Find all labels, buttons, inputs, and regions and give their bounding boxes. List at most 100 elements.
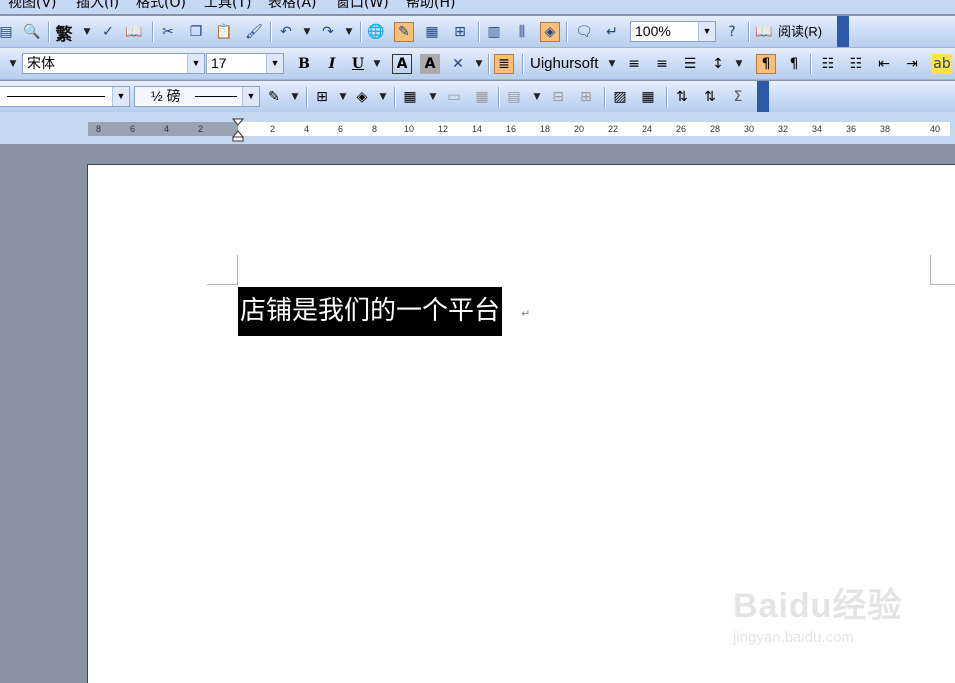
chevron-down-icon[interactable]: ▼ xyxy=(8,54,18,74)
bold-button[interactable]: B xyxy=(294,54,314,74)
insert-table-icon[interactable]: ▦ xyxy=(400,87,420,107)
chevron-down-icon[interactable]: ▼ xyxy=(290,87,300,107)
toolbar-separator xyxy=(306,87,307,107)
align-right-icon[interactable]: ≡ xyxy=(652,54,672,74)
character-shading-button[interactable]: A xyxy=(420,54,440,74)
zoom-select[interactable]: 100% ▼ xyxy=(630,21,716,42)
menu-tools[interactable]: 工具(T) xyxy=(204,0,251,12)
indent-marker-icon[interactable] xyxy=(230,118,246,142)
ruler-label: 22 xyxy=(608,124,619,134)
sort-descending-icon[interactable]: ⇅ xyxy=(700,87,720,107)
highlight-icon[interactable]: ab xyxy=(932,54,952,74)
document-map-icon[interactable]: ◈ xyxy=(540,22,560,42)
borders-icon[interactable]: ⊞ xyxy=(312,87,332,107)
line-style-select[interactable]: ▼ xyxy=(0,86,130,107)
menu-insert[interactable]: 插入(I) xyxy=(76,0,119,12)
font-size-select[interactable]: 17 ▼ xyxy=(206,53,284,74)
hyperlink-icon[interactable]: 🌐 xyxy=(366,22,386,42)
merge-cells-icon[interactable]: ▭ xyxy=(444,87,464,107)
chevron-down-icon[interactable]: ▼ xyxy=(338,87,348,107)
horizontal-ruler[interactable]: 8 6 4 2 2 4 6 8 10 12 14 16 18 20 22 24 … xyxy=(0,112,955,144)
split-cells-icon[interactable]: ▦ xyxy=(472,87,492,107)
distributed-icon[interactable]: ☰ xyxy=(680,54,700,74)
tables-borders-icon[interactable]: ✎ xyxy=(394,22,414,42)
zoom-value: 100% xyxy=(635,23,671,39)
ruler-label: 4 xyxy=(304,124,310,134)
line-spacing-icon[interactable]: ↕ xyxy=(708,54,728,74)
chevron-down-icon[interactable]: ▼ xyxy=(428,87,438,107)
ruler-label: 4 xyxy=(164,124,170,134)
distribute-rows-icon[interactable]: ⊟ xyxy=(548,87,568,107)
menu-view[interactable]: 视图(V) xyxy=(8,0,57,12)
spelling-icon[interactable]: ✓ xyxy=(98,22,118,42)
chevron-down-icon[interactable]: ▼ xyxy=(242,87,259,106)
toolbar-options-grip[interactable] xyxy=(757,81,769,112)
research-icon[interactable]: 📖 xyxy=(124,22,144,42)
uighur-font-button[interactable]: Uighursoft xyxy=(530,54,598,74)
justify-button[interactable]: ≣ xyxy=(494,54,514,74)
asian-layout-icon[interactable]: ✕ xyxy=(448,54,468,74)
chevron-down-icon[interactable]: ▼ xyxy=(82,22,92,42)
rtl-direction-icon[interactable]: ¶ xyxy=(784,54,804,74)
font-name-select[interactable]: 宋体 ▼ xyxy=(22,53,205,74)
table-autoformat-icon[interactable]: ▨ xyxy=(610,87,630,107)
menu-help[interactable]: 帮助(H) xyxy=(406,0,455,12)
underline-button[interactable]: U xyxy=(348,54,368,74)
paragraph-mark-icon[interactable]: ↵ xyxy=(602,22,622,42)
character-border-button[interactable]: A xyxy=(392,54,412,74)
chevron-down-icon[interactable]: ▼ xyxy=(112,87,129,106)
ruler-label: 30 xyxy=(744,124,755,134)
columns-icon[interactable]: ▥ xyxy=(484,22,504,42)
sort-ascending-icon[interactable]: ⇅ xyxy=(672,87,692,107)
paste-icon[interactable]: 📋 xyxy=(214,22,234,42)
read-button[interactable]: 阅读(R) xyxy=(778,22,822,42)
align-center-icon[interactable]: ≡ xyxy=(624,54,644,74)
shading-color-icon[interactable]: ◈ xyxy=(352,87,372,107)
distribute-columns-icon[interactable]: ⊞ xyxy=(576,87,596,107)
line-weight-select[interactable]: ½ 磅 ▼ xyxy=(134,86,260,107)
menu-format[interactable]: 格式(O) xyxy=(136,0,186,12)
chevron-down-icon[interactable]: ▼ xyxy=(266,54,283,73)
drawing-icon[interactable]: ⫼ xyxy=(512,22,532,42)
ltr-direction-icon[interactable]: ¶ xyxy=(756,54,776,74)
increase-indent-icon[interactable]: ⇥ xyxy=(902,54,922,74)
ruler-label: 32 xyxy=(778,124,789,134)
autosum-button[interactable]: Σ xyxy=(728,87,748,107)
chevron-down-icon[interactable]: ▼ xyxy=(607,54,617,74)
toolbar-separator xyxy=(152,22,153,42)
menu-table[interactable]: 表格(A) xyxy=(268,0,317,12)
bullets-icon[interactable]: ☷ xyxy=(846,54,866,74)
decrease-indent-icon[interactable]: ⇤ xyxy=(874,54,894,74)
traditional-chinese-button[interactable]: 繁 xyxy=(54,22,74,45)
insert-table-icon[interactable]: ▦ xyxy=(422,22,442,42)
reading-layout-icon[interactable]: 📖 xyxy=(754,22,774,42)
insert-excel-icon[interactable]: ⊞ xyxy=(450,22,470,42)
print-icon[interactable]: ▤ xyxy=(0,22,16,42)
align-cell-icon[interactable]: ▤ xyxy=(504,87,524,107)
show-hide-icon[interactable]: 🗨 xyxy=(574,22,594,42)
chevron-down-icon[interactable]: ▼ xyxy=(474,54,484,74)
toolbar-options-grip[interactable] xyxy=(837,16,849,47)
format-painter-icon[interactable]: 🖌 xyxy=(244,22,264,42)
menu-window[interactable]: 窗口(W) xyxy=(336,0,389,12)
italic-button[interactable]: I xyxy=(322,54,342,74)
chevron-down-icon[interactable]: ▼ xyxy=(698,22,715,41)
cut-icon[interactable]: ✂ xyxy=(158,22,178,42)
chevron-down-icon[interactable]: ▼ xyxy=(372,54,382,74)
chevron-down-icon[interactable]: ▼ xyxy=(378,87,388,107)
table-autofit-icon[interactable]: ▦ xyxy=(638,87,658,107)
border-color-icon[interactable]: ✎ xyxy=(264,87,284,107)
ruler-label: 8 xyxy=(96,124,102,134)
chevron-down-icon[interactable]: ▼ xyxy=(302,22,312,42)
chevron-down-icon[interactable]: ▼ xyxy=(187,54,204,73)
chevron-down-icon[interactable]: ▼ xyxy=(532,87,542,107)
chevron-down-icon[interactable]: ▼ xyxy=(344,22,354,42)
numbering-icon[interactable]: ☷ xyxy=(818,54,838,74)
redo-icon[interactable]: ↷ xyxy=(318,22,338,42)
copy-icon[interactable]: ❐ xyxy=(186,22,206,42)
help-icon[interactable]: ? xyxy=(722,22,742,42)
selected-text[interactable]: 店铺是我们的一个平台 xyxy=(238,287,503,336)
chevron-down-icon[interactable]: ▼ xyxy=(734,54,744,74)
print-preview-icon[interactable]: 🔍 xyxy=(22,22,42,42)
undo-icon[interactable]: ↶ xyxy=(276,22,296,42)
